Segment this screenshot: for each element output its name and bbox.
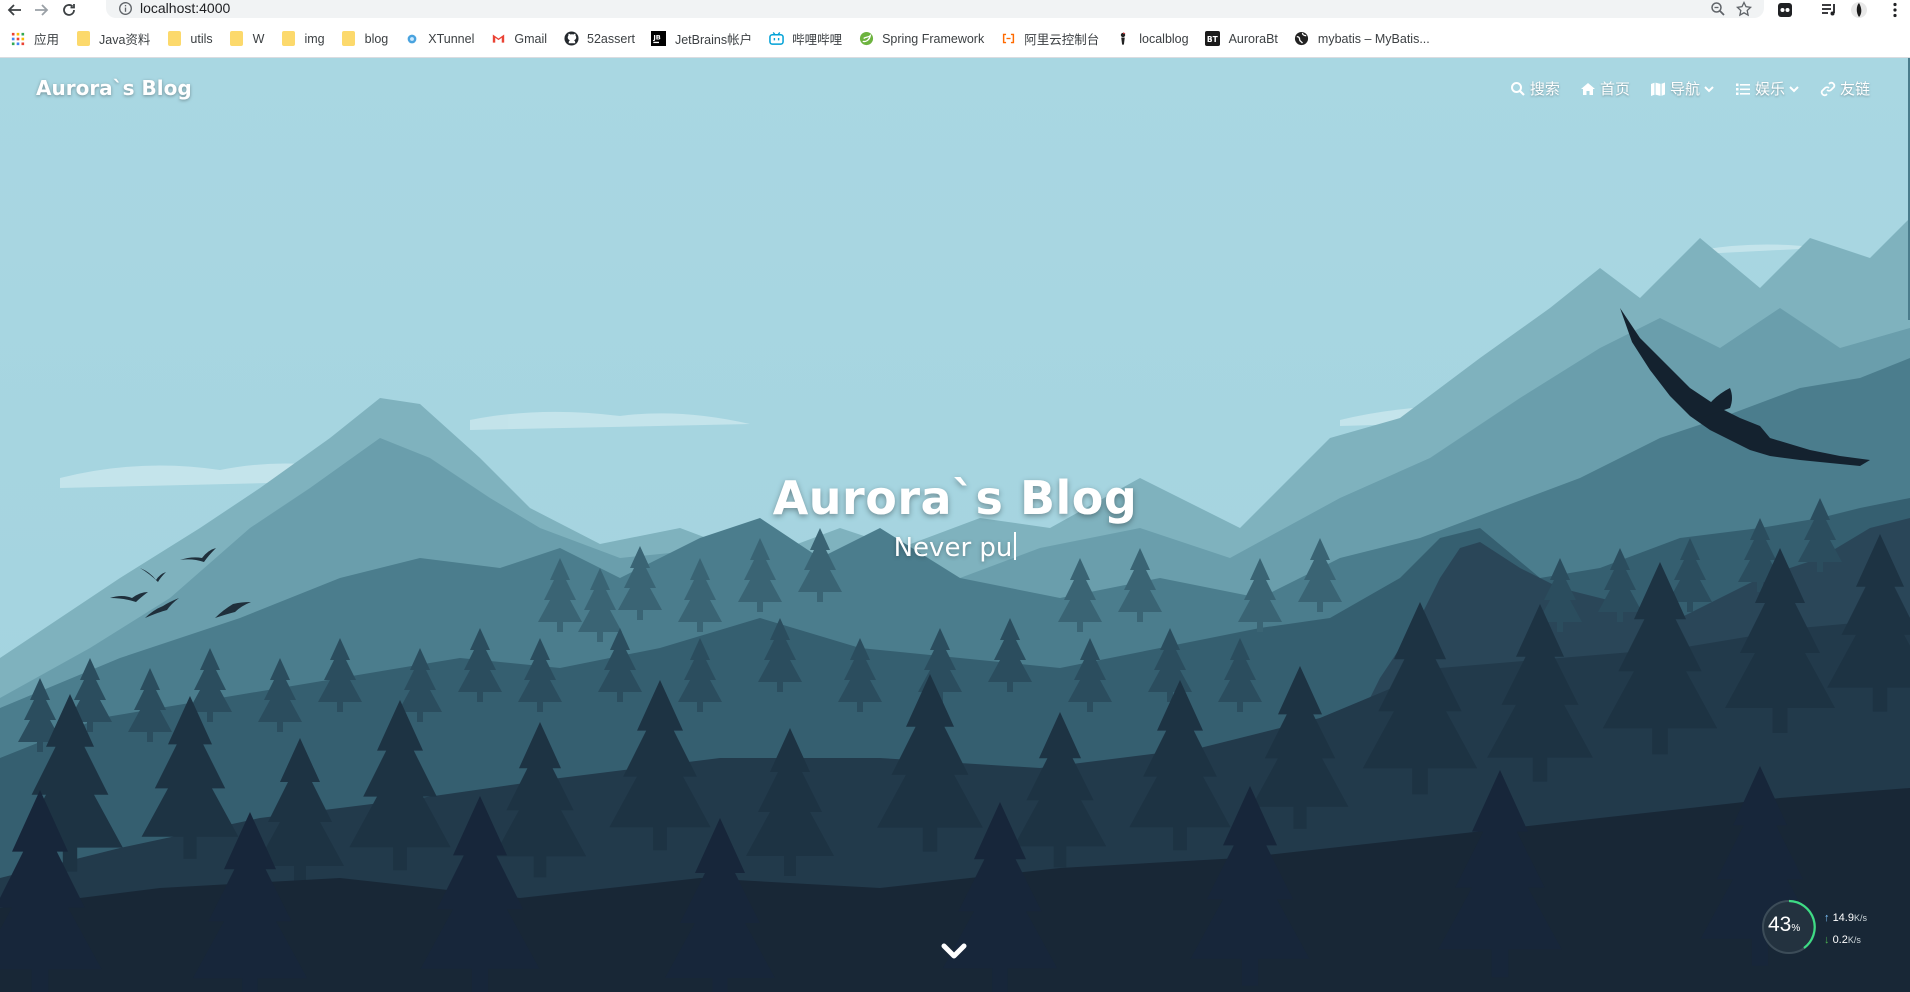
bookmark-label: img — [304, 31, 325, 46]
bookmark-label: 阿里云控制台 — [1024, 33, 1100, 47]
folder-icon — [341, 31, 357, 47]
bookmark-label: W — [252, 31, 265, 46]
download-arrow-icon: ↓ — [1824, 934, 1830, 946]
map-icon — [1650, 82, 1665, 96]
url-text[interactable]: localhost:4000 — [140, 0, 230, 17]
hero-subtitle: Never pu — [0, 532, 1910, 563]
bookmark-item[interactable]: XTunnel — [404, 20, 474, 58]
bookmark-item[interactable]: utils — [166, 20, 213, 58]
bookmark-star-icon[interactable] — [1736, 1, 1752, 17]
upload-arrow-icon: ↑ — [1824, 912, 1830, 924]
hero-banner: Aurora`s Blog 搜索 首页 导航 娱乐 友链 Aurora`s Bl… — [0, 58, 1910, 992]
bookmark-label: XTunnel — [428, 31, 475, 46]
site-brand-logo[interactable]: Aurora`s Blog — [36, 76, 192, 100]
nav-navigation[interactable]: 导航 — [1650, 78, 1715, 99]
media-control-icon[interactable] — [1820, 1, 1838, 19]
globe-icon — [1294, 31, 1310, 47]
bookmark-item[interactable]: img — [280, 20, 325, 58]
github-icon — [563, 31, 579, 47]
more-menu-icon[interactable] — [1886, 1, 1904, 19]
bookmark-item[interactable]: W — [229, 20, 265, 58]
svg-text:BT: BT — [1207, 35, 1219, 44]
typed-subtitle-text: Never pu — [893, 533, 1013, 563]
bookmark-item[interactable]: 52assert — [563, 20, 635, 58]
hero-title: Aurora`s Blog — [772, 471, 1138, 525]
bookmark-item[interactable]: localblog — [1115, 20, 1189, 58]
bookmark-item[interactable]: mybatis – MyBatis... — [1294, 20, 1430, 58]
nav-entertainment[interactable]: 娱乐 — [1735, 78, 1800, 99]
arrow-left-icon — [7, 4, 21, 16]
bilibili-icon — [768, 31, 784, 47]
bookmark-item[interactable]: 应用 — [10, 20, 59, 58]
list-icon — [1735, 83, 1750, 95]
home-icon — [1580, 82, 1595, 95]
address-bar[interactable]: localhost:4000 — [106, 0, 1764, 18]
mountain-landscape-illustration — [0, 58, 1910, 992]
spring-icon — [858, 31, 874, 47]
folder-icon — [280, 31, 296, 47]
scroll-down-chevron-icon[interactable] — [940, 940, 968, 962]
bookmark-label: utils — [190, 31, 213, 46]
folder-icon — [75, 31, 91, 47]
aliyun-icon — [1000, 31, 1016, 47]
zoom-icon[interactable] — [1710, 1, 1726, 17]
back-button[interactable] — [4, 0, 26, 20]
bt-icon: BT — [1205, 31, 1221, 47]
bookmark-label: AuroraBt — [1228, 31, 1278, 46]
bookmark-item[interactable]: blog — [341, 20, 389, 58]
bookmark-label: 应用 — [34, 33, 60, 47]
nav-links-label: 友链 — [1839, 80, 1870, 98]
folder-icon — [166, 31, 182, 47]
usage-percent: 43% — [1768, 913, 1801, 936]
bookmark-label: mybatis – MyBatis... — [1317, 31, 1430, 46]
xtunnel-icon — [404, 31, 420, 47]
bookmark-label: blog — [364, 31, 389, 46]
bookmark-label: Spring Framework — [882, 31, 985, 46]
nav-search-label: 搜索 — [1529, 80, 1560, 98]
search-icon — [1510, 81, 1525, 96]
svg-text:JB: JB — [653, 33, 661, 41]
bookmark-item[interactable]: Spring Framework — [858, 20, 984, 58]
site-navigation: 搜索 首页 导航 娱乐 友链 — [1490, 78, 1870, 99]
reload-button[interactable] — [58, 0, 80, 20]
jetbrains-icon: JB — [651, 31, 667, 47]
bookmark-label: 哔哩哔哩 — [792, 33, 843, 47]
nav-home-label: 首页 — [1599, 80, 1630, 98]
bookmark-item[interactable]: JB JetBrains帐户 — [651, 20, 752, 58]
network-monitor-widget[interactable]: 43% ↑ 14.9K/s ↓ 0.2K/s — [1760, 898, 1880, 960]
bookmark-label: localblog — [1139, 31, 1189, 46]
nav-navigation-label: 导航 — [1669, 80, 1700, 98]
typing-cursor — [1014, 532, 1017, 560]
upload-speed: ↑ 14.9K/s — [1824, 912, 1867, 924]
bookmarks-bar: 应用 Java资料 utils W img blog XTunnel Gmail… — [0, 20, 1910, 58]
chevron-down-icon — [1789, 85, 1799, 92]
bookmark-item[interactable]: Java资料 — [75, 20, 150, 58]
forward-button[interactable] — [30, 0, 52, 20]
bookmark-item[interactable]: BT AuroraBt — [1205, 20, 1278, 58]
download-speed: ↓ 0.2K/s — [1824, 934, 1861, 946]
localblog-icon — [1115, 31, 1131, 47]
arrow-right-icon — [35, 4, 49, 16]
folder-icon — [229, 31, 245, 47]
nav-search[interactable]: 搜索 — [1510, 78, 1560, 99]
bookmark-label: JetBrains帐户 — [674, 33, 753, 47]
extension-icon[interactable] — [1776, 1, 1794, 19]
bookmark-label: Gmail — [514, 31, 548, 46]
nav-home[interactable]: 首页 — [1580, 78, 1630, 99]
gmail-icon — [490, 31, 506, 47]
nav-links[interactable]: 友链 — [1820, 78, 1870, 99]
bookmark-item[interactable]: 哔哩哔哩 — [768, 20, 842, 58]
nav-entertainment-label: 娱乐 — [1754, 80, 1785, 98]
bookmark-label: 52assert — [587, 31, 635, 46]
reload-icon — [63, 4, 75, 16]
info-icon[interactable] — [118, 1, 133, 16]
apps-grid-icon — [10, 31, 26, 47]
browser-toolbar: localhost:4000 — [0, 0, 1910, 20]
link-icon — [1820, 81, 1836, 96]
bookmark-item[interactable]: 阿里云控制台 — [1000, 20, 1099, 58]
profile-avatar-icon[interactable] — [1850, 1, 1868, 19]
bookmark-item[interactable]: Gmail — [490, 20, 547, 58]
chevron-down-icon — [1704, 85, 1714, 92]
bookmark-label: Java资料 — [99, 33, 151, 47]
